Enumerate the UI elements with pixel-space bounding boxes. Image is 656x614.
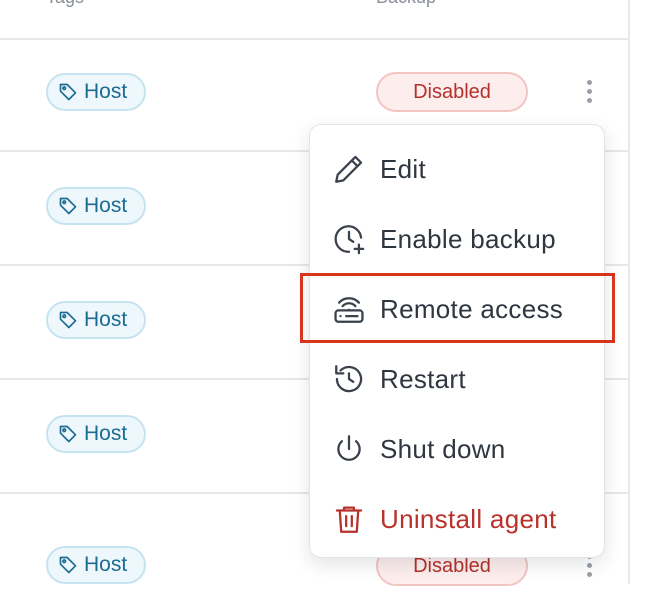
tag-icon — [59, 425, 77, 443]
table-edge-divider — [628, 0, 630, 584]
trash-icon — [331, 501, 367, 537]
tag-label: Host — [84, 194, 128, 217]
menu-item-label: Remote access — [380, 293, 564, 324]
tag-icon — [59, 556, 77, 574]
menu-item-enable-backup[interactable]: Enable backup — [310, 209, 604, 269]
tag-badge[interactable]: Host — [46, 73, 146, 111]
tag-badge[interactable]: Host — [46, 546, 146, 584]
power-icon — [331, 431, 367, 467]
column-header-backup: Backup — [376, 0, 436, 8]
tag-label: Host — [84, 80, 128, 103]
row-actions-menu: Edit Enable backup Remote access Restart… — [309, 124, 605, 558]
backup-status-badge: Disabled — [376, 72, 528, 112]
tag-badge[interactable]: Host — [46, 187, 146, 225]
menu-item-label: Uninstall agent — [380, 503, 557, 534]
row-actions-kebab-icon[interactable] — [578, 74, 600, 108]
tag-icon — [59, 197, 77, 215]
tag-badge[interactable]: Host — [46, 415, 146, 453]
menu-item-shut-down[interactable]: Shut down — [310, 419, 604, 479]
menu-item-uninstall-agent[interactable]: Uninstall agent — [310, 489, 604, 549]
menu-item-label: Restart — [380, 363, 466, 394]
table-header: Tags Backup — [0, 0, 628, 40]
restart-icon — [331, 361, 367, 397]
tag-label: Host — [84, 422, 128, 445]
tag-icon — [59, 311, 77, 329]
menu-item-label: Edit — [380, 153, 427, 184]
clock-plus-icon — [331, 221, 367, 257]
router-icon — [331, 291, 367, 327]
tag-label: Host — [84, 553, 128, 576]
pencil-icon — [331, 151, 367, 187]
menu-item-remote-access[interactable]: Remote access — [310, 279, 604, 339]
menu-item-restart[interactable]: Restart — [310, 349, 604, 409]
tag-label: Host — [84, 308, 128, 331]
menu-item-label: Enable backup — [380, 223, 556, 254]
menu-item-label: Shut down — [380, 433, 506, 464]
tag-badge[interactable]: Host — [46, 301, 146, 339]
column-header-tags: Tags — [46, 0, 84, 8]
tag-icon — [59, 83, 77, 101]
menu-item-edit[interactable]: Edit — [310, 139, 604, 199]
